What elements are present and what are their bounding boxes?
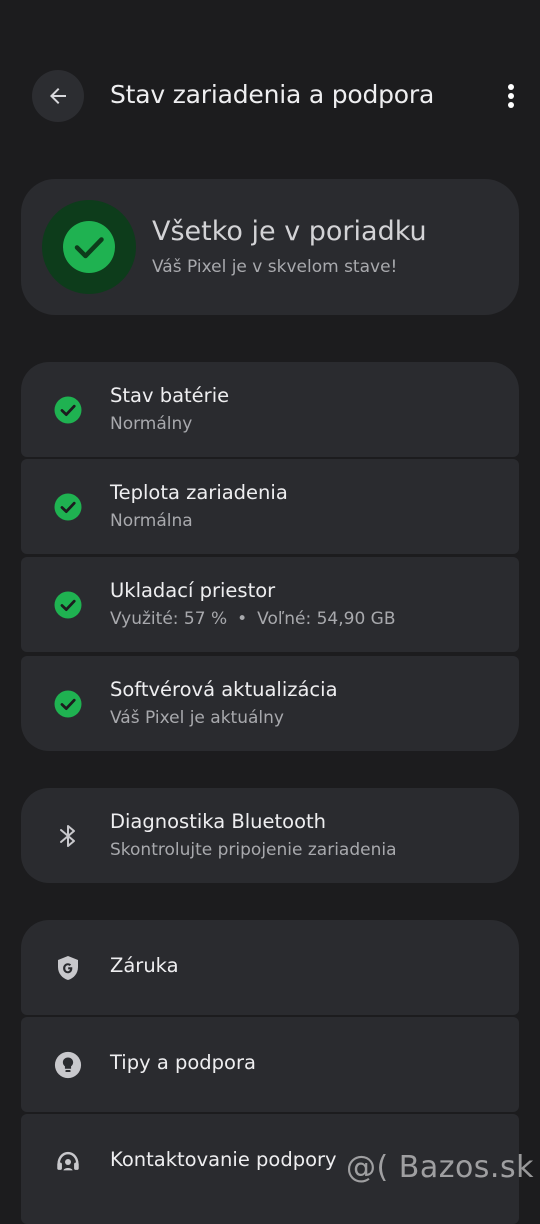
status-badge [42, 200, 136, 294]
row-title: Tipy a podpora [110, 1051, 256, 1074]
bluetooth-diagnostics-row[interactable]: Diagnostika Bluetooth Skontrolujte pripo… [21, 788, 519, 883]
battery-status-row[interactable]: Stav batérie Normálny [21, 362, 519, 457]
check-circle-icon [54, 493, 82, 521]
arrow-back-icon [50, 88, 66, 104]
summary-title: Všetko je v poriadku [152, 216, 427, 247]
row-title: Teplota zariadenia [110, 481, 288, 504]
row-subtitle: Skontrolujte pripojenie zariadenia [110, 840, 397, 860]
row-title: Ukladací priestor [110, 579, 276, 602]
status-summary-card: Všetko je v poriadku Váš Pixel je v skve… [21, 179, 519, 315]
back-button[interactable] [32, 70, 84, 122]
device-temperature-row[interactable]: Teplota zariadenia Normálna [21, 459, 519, 554]
row-title: Diagnostika Bluetooth [110, 810, 327, 833]
check-circle-icon [54, 396, 82, 424]
row-subtitle: Normálny [110, 414, 193, 434]
page-title: Stav zariadenia a podpora [110, 80, 435, 109]
top-app-bar: Stav zariadenia a podpora [0, 62, 540, 130]
row-title: Stav batérie [110, 384, 230, 407]
lightbulb-icon [54, 1051, 82, 1079]
row-title: Softvérová aktualizácia [110, 678, 338, 701]
row-subtitle: Váš Pixel je aktuálny [110, 708, 284, 728]
warranty-row[interactable]: Záruka [21, 920, 519, 1015]
separator-dot: • [237, 609, 248, 629]
summary-subtitle: Váš Pixel je v skvelom stave! [152, 257, 398, 277]
headset-icon [54, 1148, 82, 1176]
storage-free: Voľné: 54,90 GB [257, 609, 396, 629]
bluetooth-icon [54, 822, 82, 850]
storage-details: Využité: 57 % • Voľné: 54,90 GB [110, 609, 396, 629]
software-update-row[interactable]: Softvérová aktualizácia Váš Pixel je akt… [21, 656, 519, 751]
check-circle-icon [54, 690, 82, 718]
google-shield-icon [54, 954, 82, 982]
row-subtitle: Normálna [110, 511, 193, 531]
storage-row[interactable]: Ukladací priestor Využité: 57 % • Voľné: 5… [21, 557, 519, 652]
more-options-button[interactable] [494, 76, 528, 116]
row-title: Záruka [110, 954, 179, 977]
check-circle-icon [63, 221, 115, 273]
more-vert-icon [508, 84, 514, 108]
row-title: Kontaktovanie podpory [110, 1148, 337, 1171]
watermark: @( Bazos.sk [346, 1150, 534, 1185]
tips-support-row[interactable]: Tipy a podpora [21, 1017, 519, 1112]
check-circle-icon [54, 591, 82, 619]
storage-used: Využité: 57 % [110, 609, 228, 629]
